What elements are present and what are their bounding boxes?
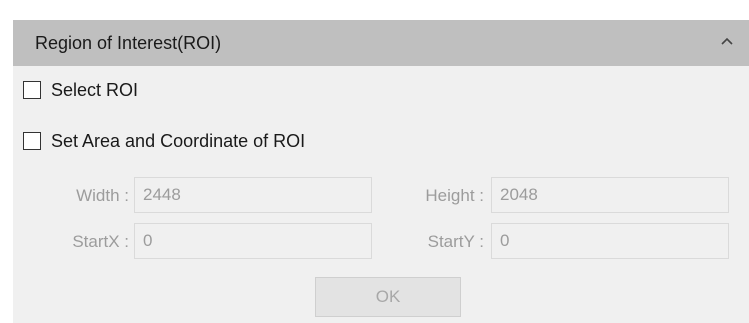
ok-button[interactable]: OK [315,277,461,317]
start-x-label: StartX : [72,232,129,251]
height-label: Height : [425,186,484,205]
start-y-input[interactable] [491,223,729,259]
width-input[interactable] [134,177,372,213]
height-input[interactable] [491,177,729,213]
set-area-label: Set Area and Coordinate of ROI [51,130,306,151]
set-area-checkbox[interactable] [23,132,41,150]
start-x-input[interactable] [134,223,372,259]
select-roi-option[interactable]: Select ROI [23,77,138,103]
chevron-up-icon[interactable] [717,32,737,52]
panel-title: Region of Interest(ROI) [35,33,222,53]
select-roi-label: Select ROI [51,79,139,100]
width-label: Width : [76,186,129,205]
select-roi-checkbox[interactable] [23,81,41,99]
set-area-option[interactable]: Set Area and Coordinate of ROI [23,128,305,154]
roi-panel: Region of Interest(ROI) Select ROI Set A… [13,20,749,323]
panel-header[interactable]: Region of Interest(ROI) [13,20,749,66]
start-y-label: StartY : [427,232,484,251]
